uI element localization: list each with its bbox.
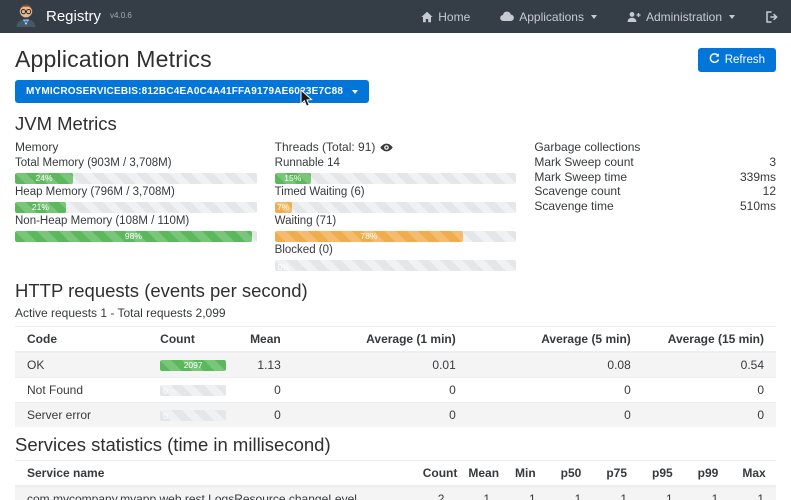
threads-column: Threads (Total: 91) Runnable 14 15% — [275, 139, 517, 271]
gc-column: Garbage collections Mark Sweep count 3 M… — [534, 139, 776, 271]
http-row-server-error: Server error 0 0 0 0 0 — [15, 403, 776, 428]
http-requests-subtitle: Active requests 1 - Total requests 2,099 — [15, 306, 776, 320]
services-table-header-row: Service name Count Mean Min p50 p75 p95 … — [15, 461, 776, 487]
brand[interactable]: Registry v4.0.6 — [13, 1, 132, 32]
ok-count-bar: 2097 — [160, 360, 226, 371]
service-row-changeLevel: com.mycompany.myapp.web.rest.LogsResourc… — [15, 486, 776, 500]
nav-sign-out[interactable] — [765, 11, 778, 23]
top-navbar: Registry v4.0.6 Home Applications — [0, 0, 791, 33]
waiting-bar: 78% — [275, 231, 517, 242]
server-error-count-bar: 0 — [160, 410, 226, 421]
http-row-ok: OK 2097 1.13 0.01 0.08 0.54 — [15, 352, 776, 378]
cloud-icon — [500, 11, 514, 22]
brand-name: Registry — [46, 8, 101, 25]
jvm-metrics-heading: JVM Metrics — [15, 113, 776, 135]
page-title: Application Metrics — [15, 46, 212, 73]
heap-memory-bar: 21% — [15, 202, 257, 213]
metric-total-memory: Total Memory (903M / 3,708M) 24% — [15, 157, 257, 184]
sign-out-icon — [765, 11, 778, 23]
refresh-icon — [709, 53, 720, 67]
blocked-bar: 0% — [275, 260, 517, 271]
eye-icon[interactable] — [380, 141, 393, 154]
home-icon — [421, 11, 433, 23]
jhipster-avatar-logo-icon — [13, 1, 39, 32]
total-memory-bar: 24% — [15, 173, 257, 184]
metric-nonheap-memory: Non-Heap Memory (108M / 110M) 98% — [15, 215, 257, 242]
nav-home[interactable]: Home — [421, 10, 470, 24]
chevron-down-icon — [591, 15, 597, 19]
nav-applications[interactable]: Applications — [500, 10, 597, 24]
instance-selector-dropdown[interactable]: MYMICROSERVICEBIS:812BC4EA0C4A41FFA9179A… — [15, 80, 369, 103]
not-found-count-bar: 0 — [160, 385, 226, 396]
memory-column: Memory Total Memory (903M / 3,708M) 24% … — [15, 139, 257, 271]
http-requests-table: Code Count Mean Average (1 min) Average … — [15, 326, 776, 427]
http-table-header-row: Code Count Mean Average (1 min) Average … — [15, 327, 776, 353]
refresh-button[interactable]: Refresh — [698, 48, 776, 72]
chevron-down-icon — [352, 90, 358, 94]
http-row-not-found: Not Found 0 0 0 0 0 — [15, 378, 776, 403]
metric-blocked: Blocked (0) 0% — [275, 244, 517, 271]
runnable-bar: 15% — [275, 173, 517, 184]
gc-row: Mark Sweep count 3 — [534, 155, 776, 170]
memory-title: Memory — [15, 139, 257, 155]
metric-timed-waiting: Timed Waiting (6) 7% — [275, 186, 517, 213]
brand-version: v4.0.6 — [110, 11, 132, 20]
metric-heap-memory: Heap Memory (796M / 3,708M) 21% — [15, 186, 257, 213]
timed-waiting-bar: 7% — [275, 202, 517, 213]
gc-row: Mark Sweep time 339ms — [534, 170, 776, 185]
gc-row: Scavenge time 510ms — [534, 199, 776, 214]
gc-row: Scavenge count 12 — [534, 184, 776, 199]
nav-administration[interactable]: Administration — [627, 10, 735, 24]
services-statistics-table: Service name Count Mean Min p50 p75 p95 … — [15, 460, 776, 500]
services-statistics-heading: Services statistics (time in millisecond… — [15, 434, 776, 456]
user-plus-icon — [627, 11, 641, 23]
chevron-down-icon — [729, 15, 735, 19]
metric-waiting: Waiting (71) 78% — [275, 215, 517, 242]
http-requests-heading: HTTP requests (events per second) — [15, 280, 776, 302]
threads-title: Threads (Total: 91) — [275, 139, 376, 155]
nonheap-memory-bar: 98% — [15, 231, 257, 242]
metric-runnable: Runnable 14 15% — [275, 157, 517, 184]
gc-title: Garbage collections — [534, 139, 776, 155]
